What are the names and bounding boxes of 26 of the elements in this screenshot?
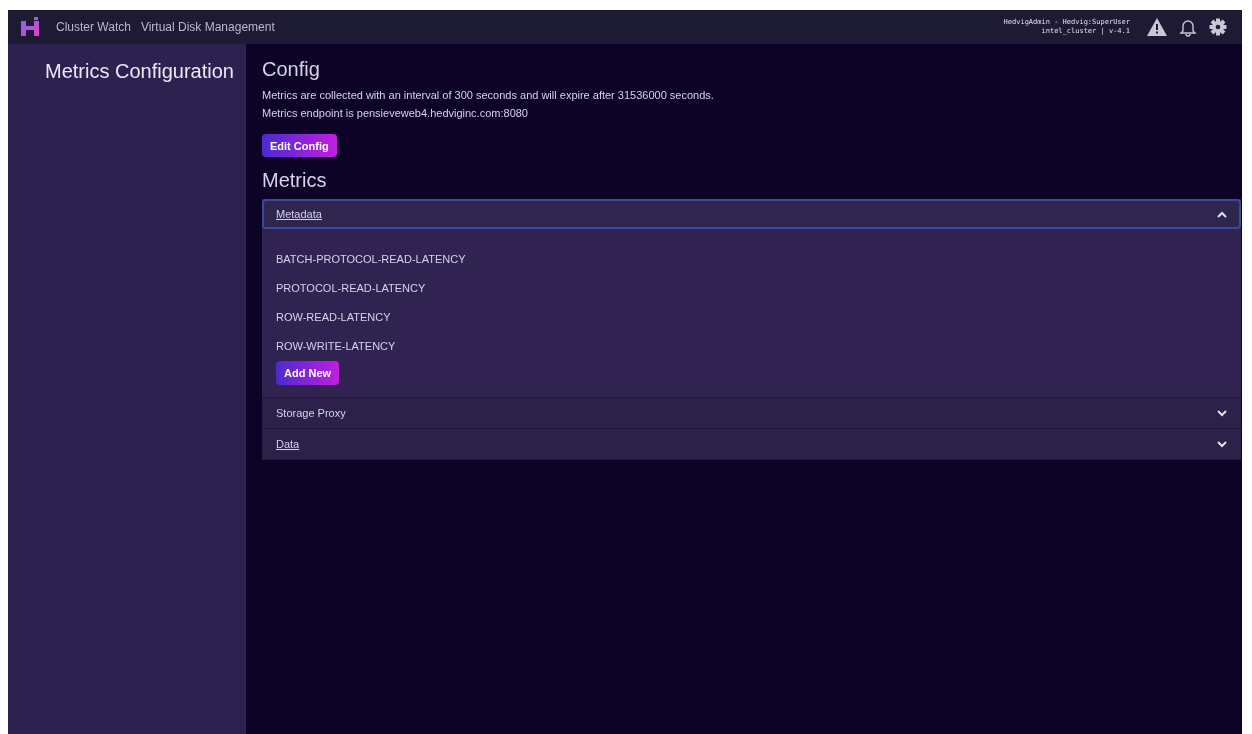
metric-item[interactable]: ROW-READ-LATENCY <box>276 303 391 332</box>
edit-config-button[interactable]: Edit Config <box>262 134 337 157</box>
logo-icon <box>20 17 40 37</box>
add-new-button[interactable]: Add New <box>276 361 340 385</box>
accordion-title: Data <box>276 438 300 450</box>
config-text: Metrics are collected with an interval of 300 seconds and will expire after 31536000 seconds. <box>262 88 715 103</box>
warning-icon[interactable] <box>1146 17 1168 37</box>
section-heading: Config <box>262 57 321 82</box>
chevron-up-icon <box>1217 210 1227 218</box>
section-heading: Metrics <box>262 168 328 193</box>
chevron-down-icon <box>1217 440 1227 448</box>
config-text: Metrics endpoint is pensieveweb4.hedviginc.com:8080 <box>262 106 529 121</box>
accordion-title: Storage Proxy <box>276 407 346 419</box>
nav-link[interactable]: Virtual Disk Management <box>140 20 275 34</box>
bell-icon[interactable] <box>1178 17 1198 37</box>
accordion-header[interactable]: Metadata <box>262 199 1241 229</box>
metric-item[interactable]: PROTOCOL-READ-LATENCY <box>276 274 426 303</box>
chevron-down-icon <box>1217 409 1227 417</box>
accordion-header[interactable]: Storage Proxy <box>262 398 1241 428</box>
metric-item[interactable]: ROW-WRITE-LATENCY <box>276 332 396 361</box>
settings-icon[interactable] <box>1208 17 1228 37</box>
sidebar-title: Metrics Configuration <box>45 59 235 84</box>
nav-link[interactable]: Cluster Watch <box>56 20 131 34</box>
accordion-header[interactable]: Data <box>262 429 1241 459</box>
accordion-title: Metadata <box>276 208 322 220</box>
metric-item[interactable]: BATCH-PROTOCOL-READ-LATENCY <box>276 245 466 274</box>
